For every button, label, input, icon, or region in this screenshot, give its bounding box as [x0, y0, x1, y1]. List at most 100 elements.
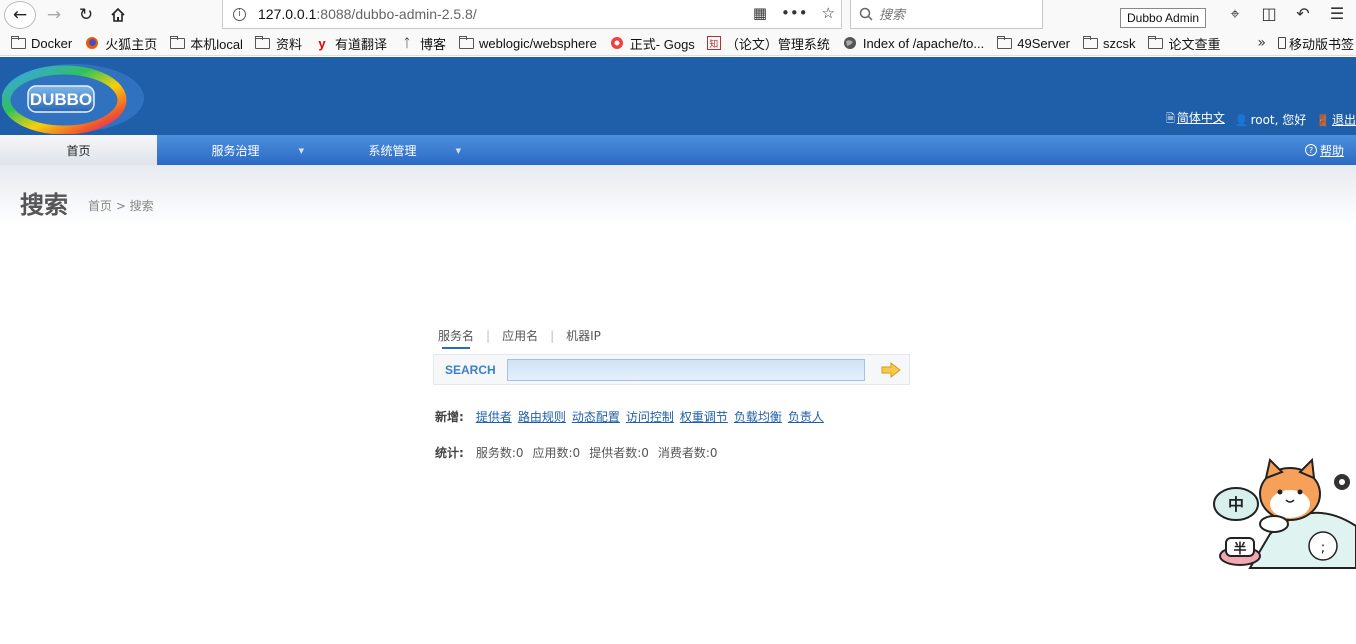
new-links-row: 新增: 提供者 路由规则 动态配置 访问控制 权重调节 负载均衡 负责人 — [435, 408, 824, 425]
help-link[interactable]: ? 帮助 — [1304, 135, 1344, 165]
add-route-rule-link[interactable]: 路由规则 — [518, 408, 566, 425]
arrow-left-icon: ← — [12, 5, 28, 25]
search-icon — [859, 7, 873, 21]
consumer-count: 消费者数:0 — [657, 446, 718, 460]
zhi-icon: 知 — [706, 36, 721, 50]
mascot-badge-text: 中 — [1228, 495, 1244, 514]
document-icon: 🗎 — [1166, 112, 1175, 125]
mobile-icon — [1277, 37, 1286, 49]
info-icon[interactable]: i — [233, 7, 246, 21]
address-bar[interactable]: i 127.0.0.1:8088/dubbo-admin-2.5.8/ ▦ ••… — [222, 0, 842, 29]
main-menu: 首页 服务治理 ▼ 系统管理 ▼ ? 帮助 — [0, 135, 1356, 165]
provider-count: 提供者数:0 — [589, 446, 649, 460]
home-button[interactable] — [104, 2, 132, 28]
user-greeting: 👤 root, 您好 — [1234, 112, 1307, 127]
forward-button[interactable]: → — [40, 2, 68, 28]
add-dynamic-config-link[interactable]: 动态配置 — [572, 408, 620, 425]
bookmark-apache-index[interactable]: Index of /apache/to... — [842, 36, 984, 51]
bookmark-blog[interactable]: ᛏ 博客 — [399, 34, 446, 53]
logout[interactable]: 🚪 退出 — [1316, 111, 1356, 128]
search-panel: SEARCH — [433, 354, 910, 385]
browser-search-box[interactable] — [850, 0, 1043, 29]
sidebar-icon[interactable]: ◫ — [1260, 4, 1278, 24]
caret-down-icon: ▼ — [298, 147, 304, 155]
service-count: 服务数:0 — [475, 446, 524, 460]
bookmark-docker[interactable]: Docker — [10, 35, 72, 51]
gogs-icon — [609, 37, 625, 49]
browser-toolbar: ← → ↻ i 127.0.0.1:8088/dubbo-admin-2.5.8… — [0, 0, 1356, 31]
undo-icon[interactable]: ↶ — [1294, 4, 1312, 24]
folder-icon — [996, 35, 1012, 49]
add-provider-link[interactable]: 提供者 — [476, 408, 512, 425]
search-type-tabs: 服务名 | 应用名 | 机器IP — [438, 327, 601, 349]
logout-link[interactable]: 退出 — [1332, 113, 1356, 127]
firefox-icon — [84, 37, 100, 49]
menu-home[interactable]: 首页 — [0, 135, 157, 165]
breadcrumb[interactable]: 首页 > 搜索 — [88, 197, 154, 214]
more-bookmarks-chevron-icon[interactable]: » — [1257, 35, 1266, 51]
language-switch[interactable]: 🗎 简体中文 — [1166, 109, 1225, 129]
mascot-bowl-text: 半 — [1233, 541, 1246, 557]
bookmark-plagiarism-check[interactable]: 论文查重 — [1148, 34, 1221, 53]
add-weight-link[interactable]: 权重调节 — [680, 408, 728, 425]
globe-icon — [842, 37, 858, 49]
user-icon: 👤 — [1234, 113, 1249, 127]
bookmark-szcsk[interactable]: szcsk — [1082, 35, 1136, 51]
title-band — [0, 165, 1356, 225]
bookmark-star-icon[interactable]: ☆ — [822, 4, 835, 22]
cat-mascot-widget[interactable]: ; 中 半 — [1210, 456, 1356, 571]
home-icon — [111, 7, 125, 22]
add-owner-link[interactable]: 负责人 — [788, 408, 824, 425]
crop-screenshot-icon[interactable]: ⌖ — [1226, 4, 1244, 24]
page-title: 搜索 — [20, 191, 68, 219]
qr-code-icon[interactable]: ▦ — [753, 4, 767, 22]
stats-label: 统计: — [435, 446, 464, 460]
tab-separator: | — [550, 328, 555, 343]
menu-system-management[interactable]: 系统管理 ▼ — [314, 135, 471, 165]
logo-text: DUBBO — [30, 90, 92, 109]
bookmarks-bar: Docker 火狐主页 本机local 资料 y 有道翻译 ᛏ 博客 weblogi… — [0, 31, 1356, 56]
add-load-balance-link[interactable]: 负载均衡 — [734, 408, 782, 425]
stats-row: 统计: 服务数:0 应用数:0 提供者数:0 消费者数:0 — [435, 444, 718, 461]
bookmark-resources[interactable]: 资料 — [255, 34, 302, 53]
tab-application-name[interactable]: 应用名 — [502, 327, 538, 344]
bookmark-firefox-home[interactable]: 火狐主页 — [84, 34, 157, 53]
folder-icon — [255, 35, 271, 49]
back-button[interactable]: ← — [4, 1, 36, 29]
url-text[interactable]: 127.0.0.1:8088/dubbo-admin-2.5.8/ — [258, 6, 477, 22]
menu-icon[interactable]: ☰ — [1328, 4, 1346, 24]
add-access-control-link[interactable]: 访问控制 — [626, 408, 674, 425]
blog-icon: ᛏ — [403, 36, 411, 50]
browser-search-input[interactable] — [879, 6, 1029, 22]
search-label: SEARCH — [445, 363, 496, 377]
bookmark-49server[interactable]: 49Server — [996, 35, 1070, 51]
bookmark-local[interactable]: 本机local — [169, 34, 243, 53]
url-host: 127.0.0.1 — [258, 6, 317, 22]
bookmark-gogs[interactable]: 正式- Gogs — [609, 34, 695, 53]
bookmark-weblogic[interactable]: weblogic/websphere — [458, 35, 597, 51]
application-count: 应用数:0 — [532, 446, 581, 460]
bookmark-youdao[interactable]: y 有道翻译 — [314, 34, 387, 53]
dubbo-logo[interactable]: DUBBO — [2, 60, 146, 134]
new-label: 新增: — [435, 410, 464, 424]
url-path: :8088/dubbo-admin-2.5.8/ — [316, 6, 477, 22]
bookmark-thesis-system[interactable]: 知（论文）管理系统 — [706, 34, 830, 53]
menu-service-governance[interactable]: 服务治理 ▼ — [157, 135, 314, 165]
tab-tooltip: Dubbo Admin — [1120, 8, 1207, 28]
reload-button[interactable]: ↻ — [72, 2, 100, 28]
reload-icon: ↻ — [78, 5, 94, 25]
bookmark-mobile[interactable]: 移动版书签 — [1277, 34, 1354, 53]
tab-service-name[interactable]: 服务名 — [438, 327, 474, 349]
search-go-arrow-icon[interactable] — [880, 361, 902, 379]
search-input[interactable] — [507, 359, 865, 381]
caret-down-icon: ▼ — [455, 147, 461, 155]
logout-icon: 🚪 — [1316, 113, 1330, 127]
folder-icon — [1082, 35, 1098, 49]
more-actions-icon[interactable]: ••• — [781, 4, 808, 22]
tab-machine-ip[interactable]: 机器IP — [566, 327, 601, 344]
tab-separator: | — [486, 328, 491, 343]
app-header: DUBBO 🗎 简体中文 👤 root, 您好 🚪 退出 — [0, 57, 1356, 135]
folder-icon — [1148, 35, 1164, 49]
language-link[interactable]: 简体中文 — [1177, 111, 1225, 125]
help-icon: ? — [1304, 144, 1317, 156]
